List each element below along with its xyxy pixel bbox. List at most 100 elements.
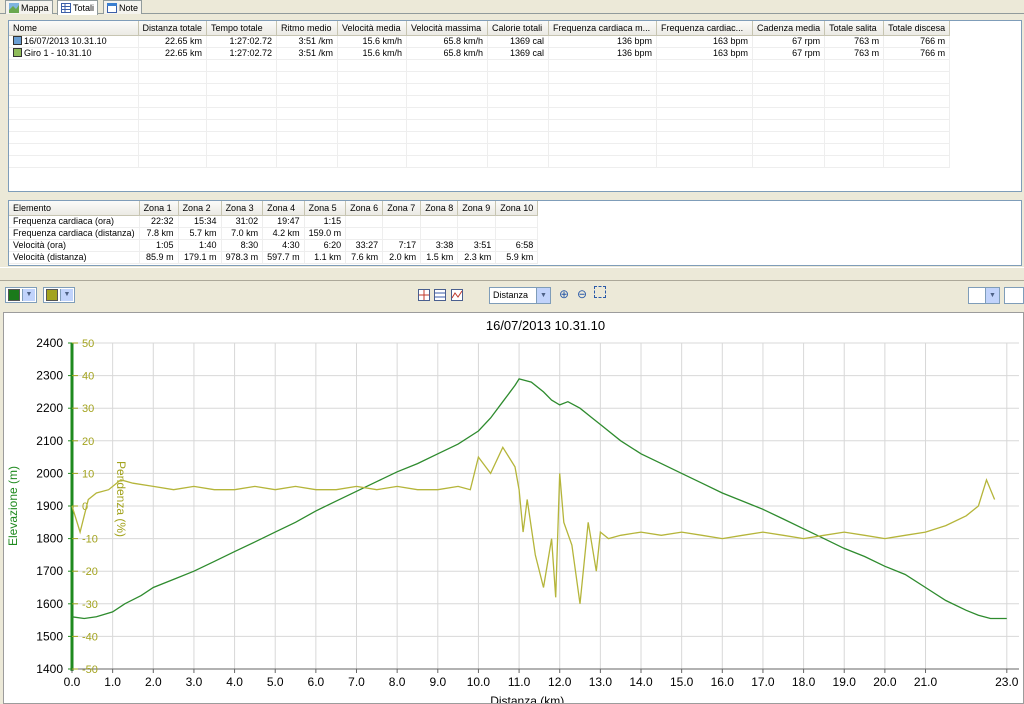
- empty-cell: [9, 83, 139, 96]
- zoom-out-icon[interactable]: ⊖: [577, 287, 587, 301]
- table-row[interactable]: 16/07/2013 10.31.10 22.65 km 1:27:02.72 3:5…: [9, 35, 951, 48]
- column-header[interactable]: Distanza totale: [138, 21, 208, 36]
- column-header[interactable]: Ritmo medio: [276, 21, 339, 36]
- column-header[interactable]: Zona 5: [304, 201, 347, 216]
- table-cell: 16/07/2013 10.31.10: [9, 35, 139, 48]
- x-axis-select[interactable]: Distanza ▼: [489, 287, 551, 304]
- x-tick-label: 17.0: [751, 675, 775, 689]
- empty-cell: [824, 155, 885, 168]
- empty-cell: [406, 59, 489, 72]
- app-window: Mappa Totali Note Nome Distanza totale Tem…: [0, 0, 1024, 704]
- empty-cell: [138, 143, 208, 156]
- table-row[interactable]: Velocità (distanza) 85.9 m 179.1 m 978.3 m5…: [9, 251, 539, 264]
- table-row[interactable]: Frequenza cardiaca (distanza) 7.8 km 5.7 k…: [9, 227, 539, 240]
- elevation-chart[interactable]: 16/07/2013 10.31.10 0.0 1.0 2.0 3.0 4.0 5.0 6.0…: [4, 313, 1023, 703]
- table-cell: 8:30: [221, 239, 264, 252]
- empty-cell: [276, 107, 339, 120]
- series-line-elevazione: [71, 378, 1007, 620]
- column-header[interactable]: Cadenza media: [752, 21, 826, 36]
- y2-tick-label: -10: [82, 534, 98, 546]
- empty-cell: [406, 143, 489, 156]
- table-cell: 159.0 m: [304, 227, 347, 240]
- column-header[interactable]: Zona 3: [221, 201, 264, 216]
- x-tick-label: 2.0: [145, 675, 162, 689]
- zoom-in-icon[interactable]: ⊕: [559, 287, 569, 301]
- table-row[interactable]: Frequenza cardiaca (ora) 22:32 15:34 31:02 1…: [9, 215, 539, 228]
- empty-cell: [752, 131, 826, 144]
- table-row[interactable]: Giro 1 - 10.31.10 22.65 km 1:27:02.72 3:51 …: [9, 47, 951, 60]
- empty-cell: [487, 83, 550, 96]
- x-tick-label: 3.0: [186, 675, 203, 689]
- empty-row: [9, 83, 951, 96]
- series1-color-picker[interactable]: ▼: [5, 287, 37, 303]
- series2-color-picker[interactable]: ▼: [43, 287, 75, 303]
- column-header[interactable]: Tempo totale: [206, 21, 278, 36]
- column-header[interactable]: Frequenza cardiac...: [656, 21, 754, 36]
- table-cell: 7.6 km: [345, 251, 384, 264]
- empty-cell: [656, 143, 754, 156]
- right-input[interactable]: [1004, 287, 1024, 304]
- empty-cell: [548, 119, 658, 132]
- y2-tick-label: -50: [82, 664, 98, 676]
- column-header[interactable]: Velocità massima: [406, 21, 489, 36]
- empty-cell: [406, 107, 489, 120]
- y-axis-label: Elevazione (m): [6, 466, 20, 546]
- empty-cell: [883, 83, 951, 96]
- empty-row: [9, 71, 951, 84]
- right-select[interactable]: ▼: [968, 287, 1000, 304]
- tab-note[interactable]: Note: [103, 0, 143, 14]
- tab-label: Totali: [73, 3, 95, 13]
- y-tick-label: 2200: [36, 401, 63, 415]
- column-header[interactable]: Zona 9: [457, 201, 497, 216]
- tab-mappa[interactable]: Mappa: [5, 0, 53, 14]
- column-header[interactable]: Zona 7: [382, 201, 422, 216]
- totals-table[interactable]: Nome Distanza totale Tempo totale Ritmo med…: [8, 20, 1022, 192]
- table-cell: 4.2 km: [262, 227, 305, 240]
- map-icon: [9, 2, 19, 13]
- empty-cell: [138, 131, 208, 144]
- empty-cell: [548, 143, 658, 156]
- crosshair-icon[interactable]: [418, 289, 430, 301]
- table-cell: 5.9 km: [495, 251, 539, 264]
- column-header[interactable]: Zona 2: [178, 201, 222, 216]
- lap-icon: [13, 48, 22, 57]
- column-header[interactable]: Frequenza cardiaca m...: [548, 21, 658, 36]
- column-header[interactable]: Elemento: [9, 201, 140, 216]
- column-header[interactable]: Zona 4: [262, 201, 305, 216]
- table-cell: 163 bpm: [656, 47, 754, 60]
- fit-icon[interactable]: [594, 286, 606, 298]
- splitter[interactable]: [0, 193, 1024, 199]
- table-cell: 1:27:02.72: [206, 35, 278, 48]
- chart-type-icon[interactable]: [451, 289, 463, 301]
- chevron-down-icon: ▼: [985, 288, 999, 303]
- column-header[interactable]: Zona 8: [420, 201, 459, 216]
- empty-cell: [406, 83, 489, 96]
- column-header[interactable]: Calorie totali: [487, 21, 550, 36]
- x-tick-label: 4.0: [226, 675, 243, 689]
- table-cell: 19:47: [262, 215, 305, 228]
- zones-table[interactable]: Elemento Zona 1 Zona 2 Zona 3 Zona 4 Zona 5 Zo…: [8, 200, 1022, 266]
- empty-cell: [337, 71, 408, 84]
- x-tick-label: 14.0: [629, 675, 653, 689]
- empty-row: [9, 95, 951, 108]
- empty-cell: [824, 143, 885, 156]
- table-cell: [420, 227, 459, 240]
- column-header[interactable]: Zona 6: [345, 201, 384, 216]
- column-header[interactable]: Totale salita: [824, 21, 885, 36]
- column-header[interactable]: Nome: [9, 21, 139, 36]
- column-header[interactable]: Velocità media: [337, 21, 408, 36]
- y-tick-label: 1800: [36, 532, 63, 546]
- fit-rows-icon[interactable]: [434, 289, 446, 301]
- empty-cell: [656, 131, 754, 144]
- column-header[interactable]: Zona 10: [495, 201, 539, 216]
- table-cell: 6:20: [304, 239, 347, 252]
- empty-cell: [138, 119, 208, 132]
- table-cell: 1.1 km: [304, 251, 347, 264]
- table-cell: 33:27: [345, 239, 384, 252]
- column-header[interactable]: Zona 1: [139, 201, 179, 216]
- column-header[interactable]: Totale discesa: [883, 21, 951, 36]
- splitter[interactable]: [0, 267, 1024, 279]
- table-row[interactable]: Velocità (ora) 1:05 1:40 8:30 4:30 6:20 33:27 7…: [9, 239, 539, 252]
- tab-totali[interactable]: Totali: [57, 0, 99, 15]
- empty-cell: [138, 155, 208, 168]
